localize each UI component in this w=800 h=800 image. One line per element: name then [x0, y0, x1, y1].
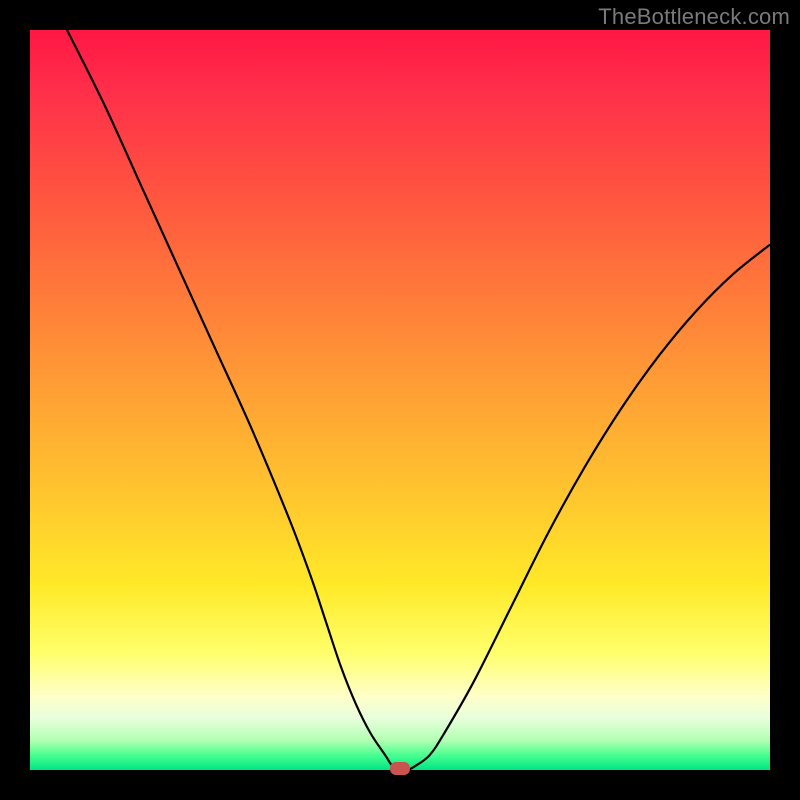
bottleneck-curve: [67, 30, 770, 770]
optimal-point-marker: [390, 762, 410, 775]
curve-layer: [30, 30, 770, 770]
plot-area: [30, 30, 770, 770]
watermark-text: TheBottleneck.com: [598, 4, 790, 30]
